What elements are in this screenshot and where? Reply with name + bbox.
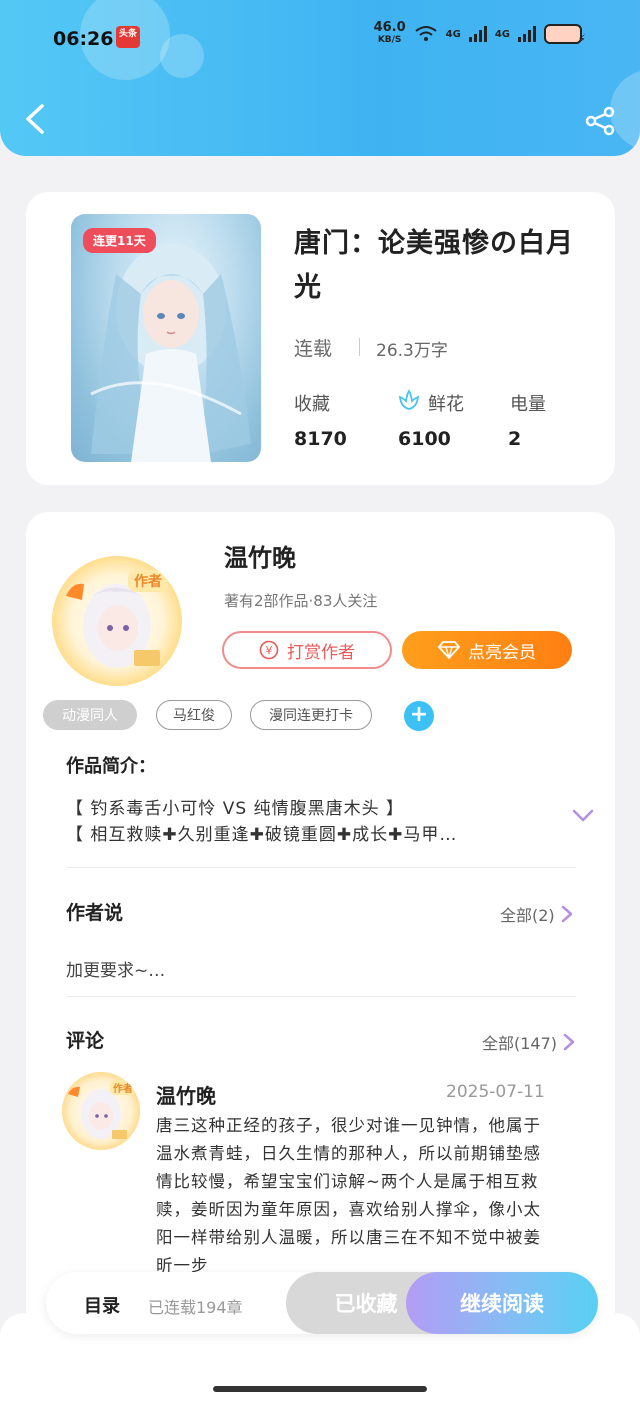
stat-label-power: 电量	[510, 394, 546, 415]
diamond-icon	[438, 641, 460, 659]
author-avatar[interactable]: 作者	[52, 556, 182, 686]
expand-chevron-down-icon[interactable]	[572, 809, 594, 823]
tag-chip[interactable]: 漫同连更打卡	[250, 700, 372, 730]
net-speed: 46.0 KB/S	[373, 20, 406, 46]
signal-bars-icon	[468, 26, 487, 42]
back-arrow-icon[interactable]	[22, 102, 48, 136]
author-says-more-label: 全部(2)	[500, 906, 555, 925]
book-cover-image[interactable]: 连更11天	[71, 214, 261, 462]
net-speed-value: 46.0	[373, 20, 406, 35]
author-meta: 著有2部作品·83人关注	[224, 592, 378, 610]
intro-line-2: 【 相互救赎✚久别重逢✚破镜重圆✚成长✚马甲…	[66, 825, 458, 845]
status-time: 06:26	[53, 28, 114, 50]
reward-author-button[interactable]: ¥ 打赏作者	[222, 631, 392, 669]
home-indicator[interactable]	[213, 1386, 427, 1392]
author-name[interactable]: 温竹晚	[224, 538, 296, 573]
signal-bars-icon	[518, 26, 536, 42]
add-tag-button[interactable]: +	[404, 701, 434, 731]
bottom-action-bar: 目录 已连载194章 已收藏 继续阅读	[46, 1272, 598, 1334]
app-notification-icon: 头条	[116, 26, 140, 48]
comments-more-link[interactable]: 全部(147)	[482, 1030, 575, 1054]
author-says-more-link[interactable]: 全部(2)	[500, 902, 573, 926]
divider	[359, 338, 360, 356]
chapter-count: 已连载194章	[148, 1298, 243, 1317]
chevron-right-icon	[561, 905, 572, 923]
comments-more-label: 全部(147)	[482, 1034, 558, 1053]
reward-author-label: 打赏作者	[287, 642, 355, 663]
author-role-badge: 作者	[128, 570, 168, 592]
coin-icon: ¥	[259, 640, 279, 660]
header: 06:26 头条 46.0 KB/S 4G 4G ⚡	[0, 0, 640, 156]
flower-icon	[398, 389, 420, 410]
wifi-icon	[415, 26, 437, 41]
intro-title: 作品简介：	[66, 756, 156, 777]
commenter-name[interactable]: 温竹晚	[156, 1080, 216, 1109]
activate-membership-button[interactable]: 点亮会员	[402, 631, 572, 669]
author-says-title: 作者说	[66, 902, 124, 924]
charging-icon: ⚡	[577, 32, 586, 46]
book-info-card: 连更11天 唐门：论美强惨の白月光 连载 26.3万字 收藏 鲜花 电量 817…	[26, 192, 615, 485]
divider	[66, 996, 576, 997]
decor-bubble	[160, 34, 204, 78]
divider	[66, 867, 576, 868]
book-title: 唐门：论美强惨の白月光	[294, 228, 574, 303]
signal-icon-1: 4G	[445, 28, 461, 40]
stat-label-favorites: 收藏	[294, 394, 330, 415]
commenter-avatar[interactable]: 作者	[62, 1072, 140, 1150]
activate-membership-label: 点亮会员	[468, 642, 536, 663]
update-streak-badge: 连更11天	[83, 228, 156, 253]
stat-label-flowers: 鲜花	[428, 394, 464, 415]
commenter-role-badge: 作者	[110, 1080, 136, 1095]
catalog-button[interactable]: 目录	[84, 1292, 120, 1318]
svg-text:¥: ¥	[266, 644, 273, 657]
word-count: 26.3万字	[376, 341, 448, 361]
status-icons: 46.0 KB/S 4G 4G	[373, 20, 582, 46]
stat-value-favorites: 8170	[294, 428, 347, 450]
tag-chip[interactable]: 动漫同人	[43, 700, 137, 730]
chevron-right-icon	[563, 1033, 575, 1051]
stat-value-flowers: 6100	[398, 428, 451, 450]
continue-reading-button[interactable]: 继续阅读	[406, 1272, 598, 1334]
net-speed-unit: KB/S	[377, 35, 402, 45]
serial-status: 连载	[294, 338, 333, 360]
comment-date: 2025-07-11	[446, 1082, 545, 1102]
stat-value-power: 2	[508, 428, 522, 450]
tag-chip[interactable]: 马红俊	[156, 700, 232, 730]
author-says-text: 加更要求~…	[66, 961, 166, 981]
share-icon[interactable]	[584, 106, 616, 136]
comments-title: 评论	[66, 1030, 105, 1052]
battery-icon	[544, 24, 582, 44]
intro-line-1: 【 钓系毒舌小可怜 VS 纯情腹黑唐木头 】	[66, 799, 405, 819]
signal-icon-2: 4G	[494, 28, 510, 40]
comment-text: 唐三这种正经的孩子，很少对谁一见钟情，他属于温水煮青蛙，日久生情的那种人，所以前…	[156, 1116, 541, 1275]
